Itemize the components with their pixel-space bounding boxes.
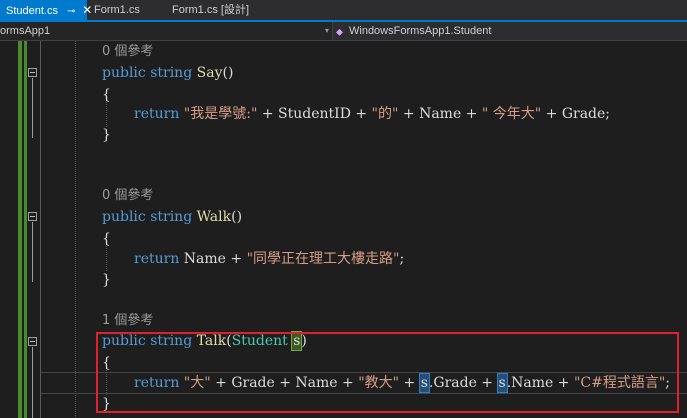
string-literal: "我是學號:" <box>183 106 258 122</box>
editor-margin-line <box>40 41 41 418</box>
string-literal: "的" <box>371 106 399 122</box>
method-signature-say: public string Say() <box>102 62 233 84</box>
tab-label: Form1.cs <box>94 4 140 16</box>
expression: + Grade; <box>541 106 611 122</box>
tab-label: Form1.cs [設計] <box>172 4 250 16</box>
method-name: Walk <box>196 209 232 225</box>
string-literal: "同學正在理工大樓走路" <box>246 251 400 267</box>
class-dropdown[interactable]: ⬥ WindowsFormsApp1.Student <box>336 22 491 40</box>
navigation-bar: ormsApp1 ▾ ⬥ WindowsFormsApp1.Student <box>0 22 687 41</box>
collapse-icon[interactable] <box>28 337 37 346</box>
pin-icon[interactable]: ⊸ <box>67 2 75 22</box>
keyword: public <box>102 65 146 81</box>
keyword: return <box>134 251 180 267</box>
tab-form1-cs[interactable]: Form1.cs <box>88 0 168 20</box>
class-path: WindowsFormsApp1.Student <box>349 25 492 37</box>
keyword: string <box>150 65 193 81</box>
indent-guide <box>75 41 76 418</box>
return-statement-say: return "我是學號:" + StudentID + "的" + Name … <box>134 103 610 125</box>
annotation-highlight-box <box>96 332 679 413</box>
collapse-icon[interactable] <box>28 68 37 77</box>
tab-form1-designer[interactable]: Form1.cs [設計] <box>166 0 266 20</box>
close-brace: } <box>102 127 111 143</box>
tab-label: Student.cs <box>6 5 58 17</box>
change-indicator-bar <box>24 41 27 418</box>
codelens-references[interactable]: 0 個參考 <box>102 42 153 62</box>
project-name: ormsApp1 <box>0 25 51 37</box>
string-literal: " 今年大" <box>481 106 542 122</box>
open-brace: { <box>102 87 111 103</box>
chevron-down-icon: ▾ <box>324 26 329 35</box>
collapse-icon[interactable] <box>28 212 37 221</box>
fold-guide <box>32 347 33 418</box>
expression: Name + <box>179 251 247 267</box>
params: () <box>222 65 234 81</box>
codelens-references[interactable]: 1 個參考 <box>102 311 153 331</box>
expression: ; <box>399 251 405 267</box>
fold-guide <box>32 78 33 138</box>
expression: + Name + <box>398 106 482 122</box>
method-signature-walk: public string Walk() <box>102 206 242 228</box>
keyword: string <box>150 209 193 225</box>
method-name: Say <box>196 65 223 81</box>
document-tab-strip: Student.cs ⊸ ✕ Form1.cs Form1.cs [設計] <box>0 0 687 22</box>
change-indicator-bar <box>18 41 22 418</box>
close-brace: } <box>102 272 111 288</box>
code-editor[interactable]: 0 個參考 public string Say() { return "我是學號… <box>0 41 687 418</box>
open-brace: { <box>102 231 111 247</box>
expression: + StudentID + <box>257 106 372 122</box>
keyword: public <box>102 209 146 225</box>
keyword: return <box>134 106 180 122</box>
class-icon: ⬥ <box>336 27 343 38</box>
project-dropdown[interactable]: ormsApp1 ▾ <box>0 22 333 40</box>
fold-guide <box>32 222 33 282</box>
params: () <box>231 209 243 225</box>
codelens-references[interactable]: 0 個參考 <box>102 186 153 206</box>
tab-student-cs[interactable]: Student.cs ⊸ ✕ <box>0 0 92 22</box>
return-statement-walk: return Name + "同學正在理工大樓走路"; <box>134 248 404 270</box>
